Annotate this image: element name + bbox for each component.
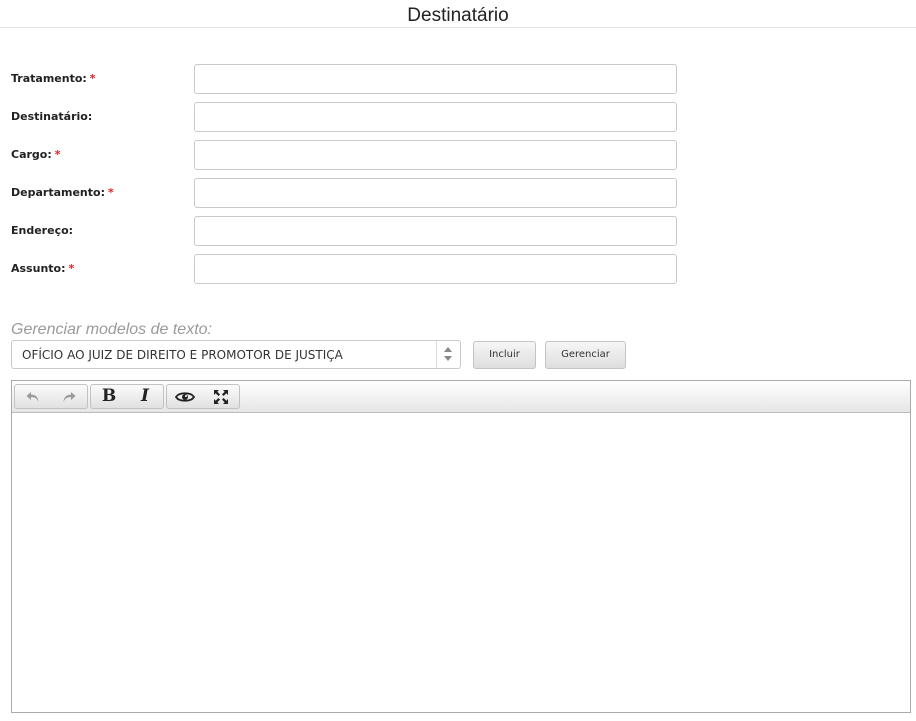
- required-marker: *: [54, 148, 61, 161]
- field-label-departamento: Departamento: *: [11, 186, 114, 199]
- assunto-input[interactable]: [194, 254, 677, 284]
- bold-button[interactable]: B: [91, 385, 127, 408]
- eye-icon: [175, 391, 195, 402]
- select-spinner-icon[interactable]: [436, 341, 460, 368]
- required-marker: *: [89, 72, 96, 85]
- field-label-destinatario: Destinatário:: [11, 110, 93, 123]
- field-label-assunto: Assunto: *: [11, 262, 75, 275]
- fullscreen-button[interactable]: [203, 385, 239, 408]
- fullscreen-icon: [214, 389, 228, 404]
- form-row-departamento: Departamento: *: [0, 178, 916, 208]
- preview-button[interactable]: [167, 385, 203, 408]
- chevron-up-icon: [444, 347, 452, 352]
- undo-button[interactable]: [15, 385, 51, 408]
- editor-toolbar: B I: [12, 381, 910, 413]
- form-row-assunto: Assunto: *: [0, 254, 916, 284]
- include-button[interactable]: Incluir: [473, 341, 536, 369]
- format-group: B I: [90, 384, 164, 409]
- cargo-input[interactable]: [194, 140, 677, 170]
- italic-button[interactable]: I: [127, 385, 163, 408]
- model-select-value: OFÍCIO AO JUIZ DE DIREITO E PROMOTOR DE …: [22, 348, 343, 362]
- tratamento-input[interactable]: [194, 64, 677, 94]
- redo-icon: [63, 391, 76, 402]
- chevron-down-icon: [444, 356, 452, 361]
- field-label-cargo: Cargo: *: [11, 148, 61, 161]
- redo-button[interactable]: [51, 385, 87, 408]
- field-label-endereco: Endereço:: [11, 224, 74, 237]
- form-row-endereco: Endereço:: [0, 216, 916, 246]
- form-row-destinatario: Destinatário:: [0, 102, 916, 132]
- history-group: [14, 384, 88, 409]
- view-group: [166, 384, 240, 409]
- manage-button[interactable]: Gerenciar: [545, 341, 626, 369]
- italic-icon: I: [141, 386, 149, 406]
- bold-icon: B: [101, 386, 117, 406]
- form-row-tratamento: Tratamento: *: [0, 64, 916, 94]
- destinatario-input[interactable]: [194, 102, 677, 132]
- departamento-input[interactable]: [194, 178, 677, 208]
- editor-content-area[interactable]: [12, 413, 910, 712]
- required-marker: *: [107, 186, 114, 199]
- form-row-cargo: Cargo: *: [0, 140, 916, 170]
- endereco-input[interactable]: [194, 216, 677, 246]
- models-section-title: Gerenciar modelos de texto:: [11, 321, 212, 338]
- field-label-tratamento: Tratamento: *: [11, 72, 96, 85]
- undo-icon: [26, 391, 39, 402]
- model-select[interactable]: OFÍCIO AO JUIZ DE DIREITO E PROMOTOR DE …: [11, 340, 461, 369]
- text-editor: B I: [11, 380, 911, 713]
- page-header: Destinatário: [0, 0, 916, 28]
- recipient-form-page: Destinatário Tratamento: * Destinatário: …: [0, 0, 916, 721]
- page-title: Destinatário: [407, 5, 509, 26]
- required-marker: *: [68, 262, 75, 275]
